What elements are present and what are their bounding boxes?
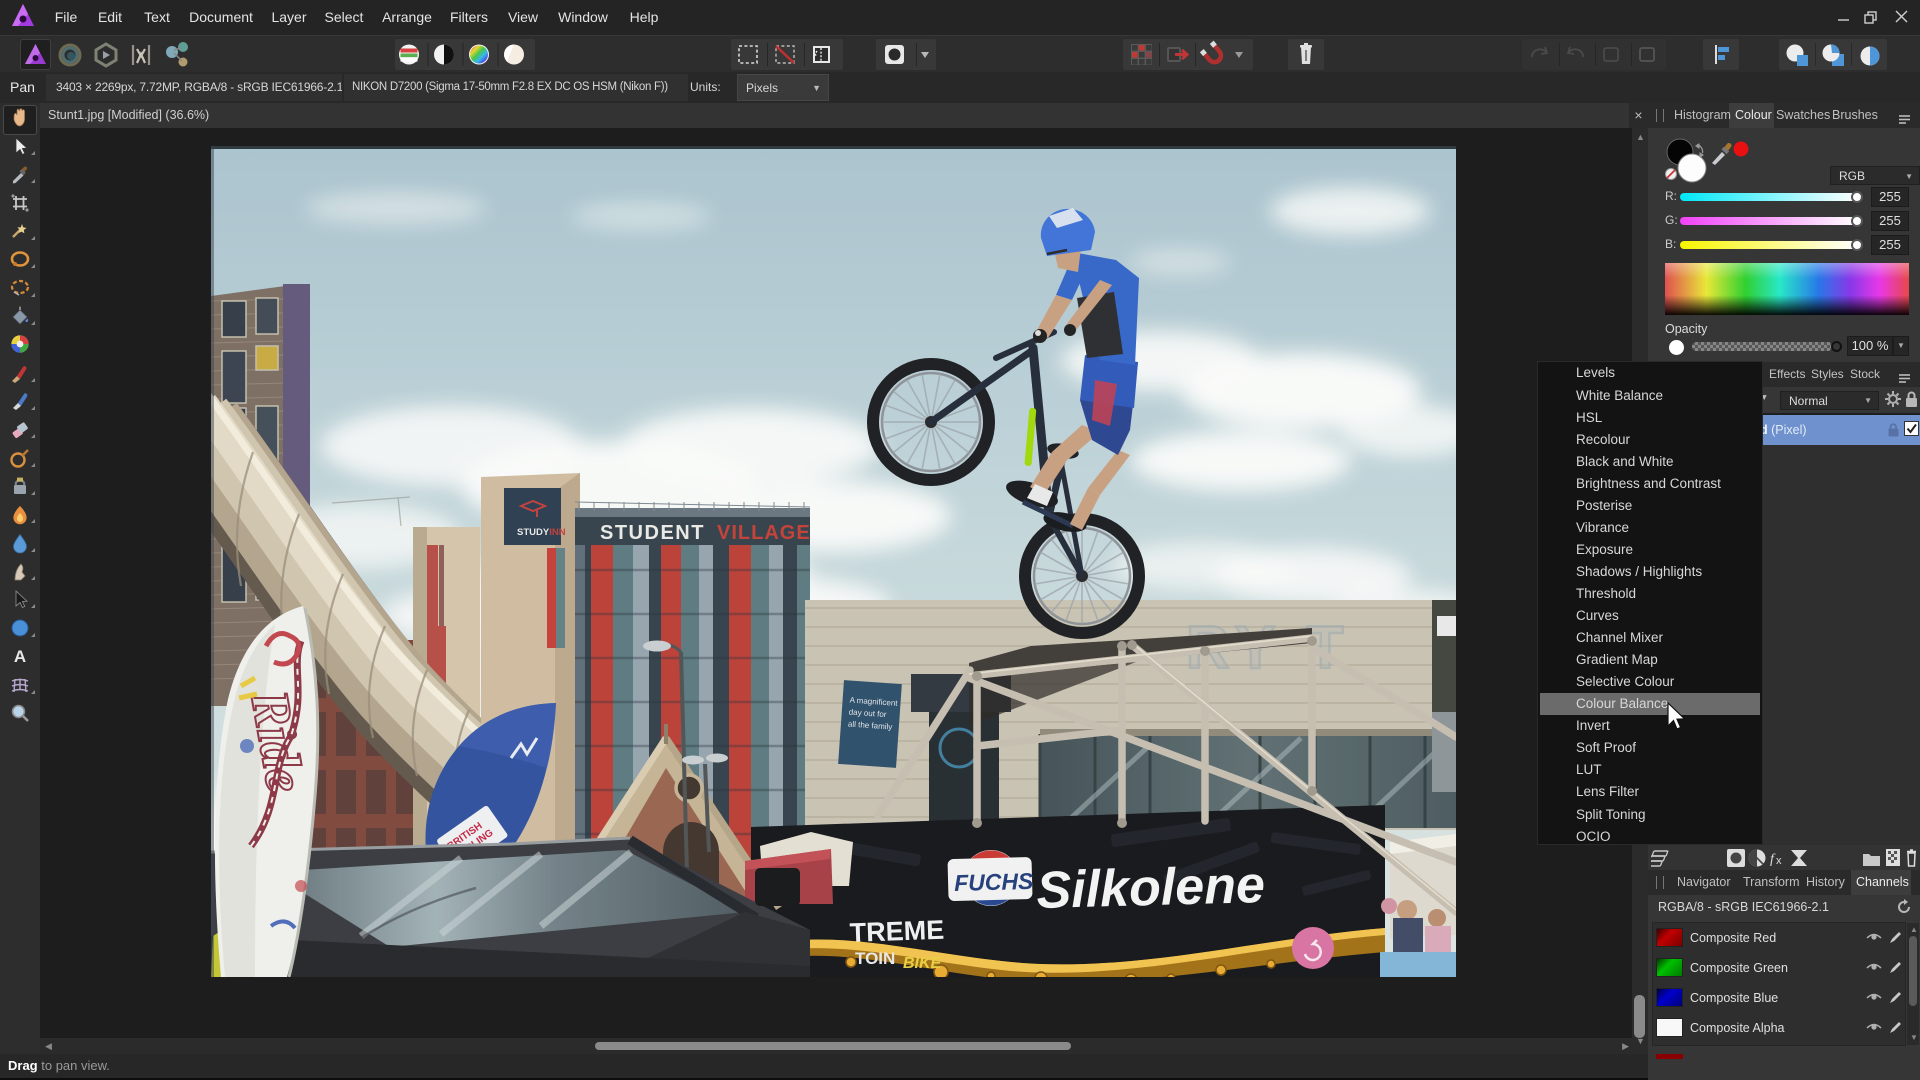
svg-text:A: A: [14, 647, 26, 666]
svg-text:x: x: [1776, 855, 1782, 867]
